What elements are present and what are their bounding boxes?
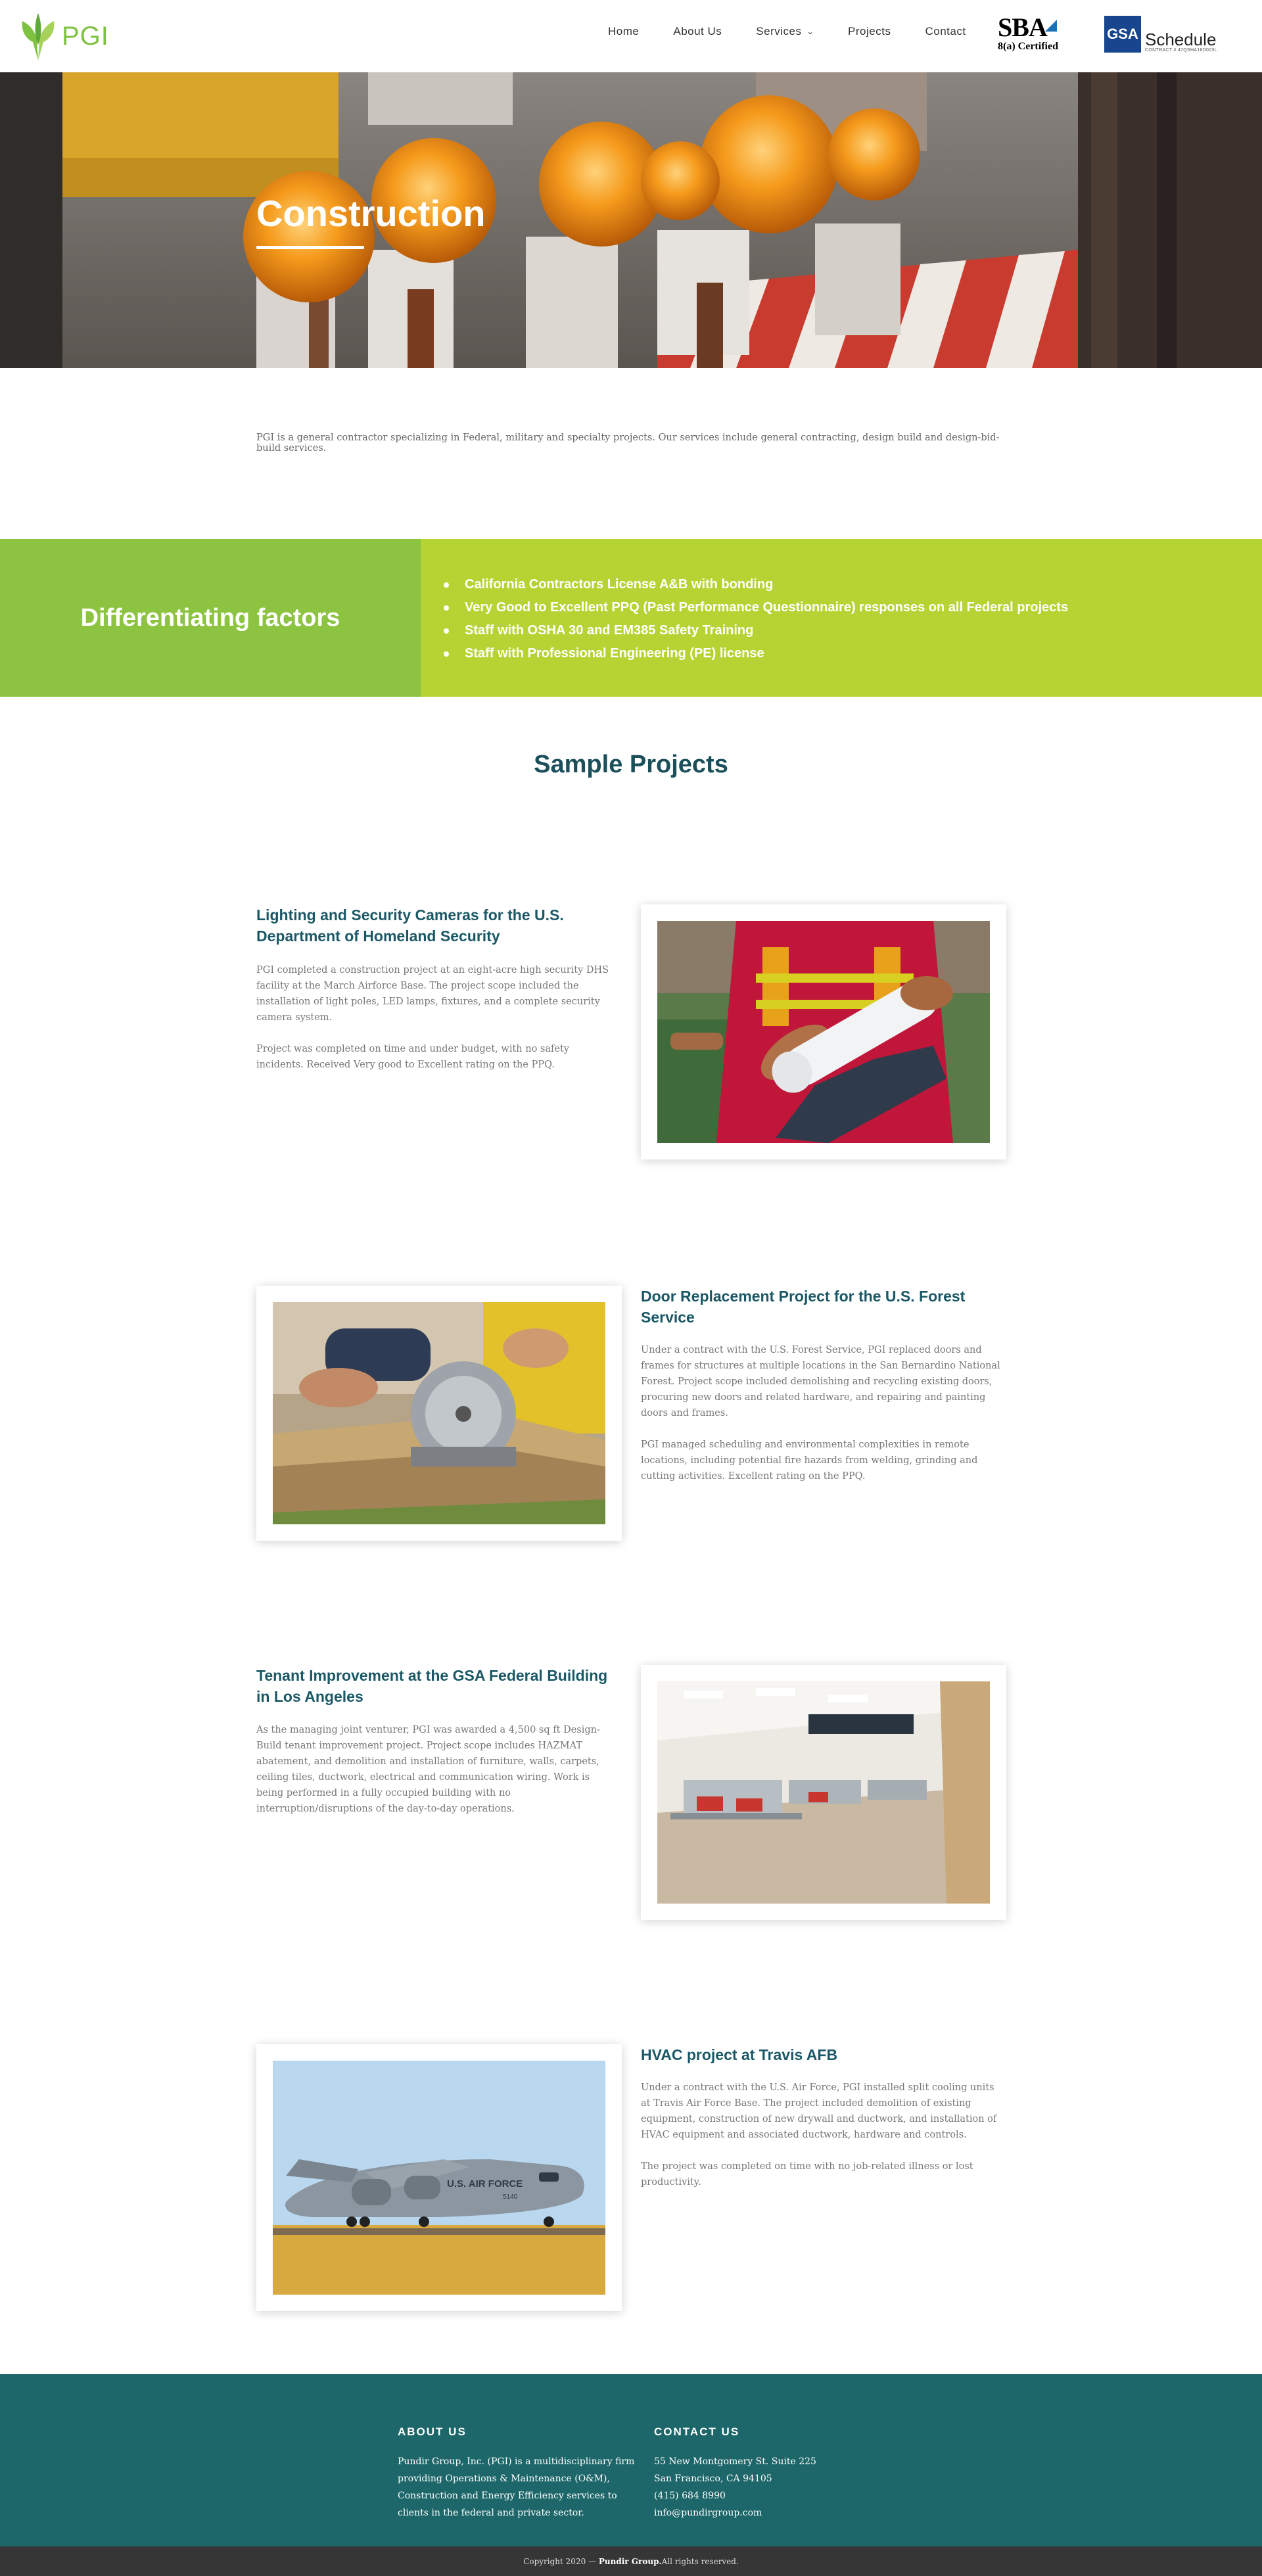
list-item: Staff with Professional Engineering (PE)… (444, 646, 1068, 669)
intro-text: PGI is a general contractor specializing… (256, 433, 1000, 454)
copyright-bar: Copyright 2020 — Pundir Group. All right… (0, 2546, 1262, 2576)
nav-home[interactable]: Home (608, 25, 639, 38)
footer-address-line: San Francisco, CA 94105 (654, 2473, 772, 2484)
site-footer: ABOUT US Pundir Group, Inc. (PGI) is a m… (0, 2374, 1262, 2546)
project-1-worker-blueprints-image (657, 921, 990, 1143)
project-3-description: As the managing joint venturer, PGI was … (256, 1722, 619, 1833)
footer-about-line: clients in the federal and private secto… (398, 2508, 584, 2518)
differentiating-factors-title: Differentiating factors (80, 603, 340, 632)
nav-contact-label: Contact (925, 25, 966, 37)
nav-projects-label: Projects (848, 25, 891, 37)
footer-email-link[interactable]: info@pundirgroup.com (654, 2504, 816, 2521)
list-item: Staff with OSHA 30 and EM385 Safety Trai… (444, 623, 1068, 646)
sba-certification-badge: SBA 8(a) Certified (998, 14, 1066, 53)
project-4-paragraph-2: The project was completed on time with n… (641, 2161, 973, 2188)
nav-about-us-label: About Us (673, 25, 722, 37)
hero-banner: Construction (0, 72, 1262, 368)
sample-projects-title: Sample Projects (534, 751, 728, 778)
list-item: California Contractors License A&B with … (444, 577, 1068, 600)
project-3-image-frame (641, 1665, 1006, 1920)
leaf-logo-icon (22, 13, 55, 60)
project-1-description: PGI completed a construction project at … (256, 962, 619, 1089)
project-2-image-frame (256, 1286, 622, 1541)
nav-projects[interactable]: Projects (848, 25, 891, 38)
hero-construction-lights-image (0, 72, 1262, 368)
nav-contact[interactable]: Contact (925, 25, 966, 38)
chevron-down-icon: ⌄ (806, 27, 814, 36)
project-4-paragraph-1: Under a contract with the U.S. Air Force… (641, 2082, 997, 2140)
footer-about-line: Pundir Group, Inc. (PGI) is a multidisci… (398, 2456, 635, 2467)
title-underline (256, 246, 364, 249)
site-header: PGI Home About Us Services ⌄ Projects Con… (0, 0, 1262, 72)
project-4-air-force-plane-image: U.S. AIR FORCE 5140 (273, 2061, 605, 2295)
sba-certified-text: 8(a) Certified (998, 41, 1058, 52)
page-title: Construction (256, 193, 486, 234)
footer-address-line: 55 New Montgomery St. Suite 225 (654, 2456, 816, 2467)
footer-phone-link[interactable]: (415) 684 8990 (654, 2487, 816, 2504)
nav-about-us[interactable]: About Us (673, 25, 722, 38)
nav-home-label: Home (608, 25, 640, 37)
gsa-schedule-badge: GSA Schedule CONTRACT # 47QSHA18D003L (1104, 16, 1217, 53)
project-4-description: Under a contract with the U.S. Air Force… (641, 2080, 1004, 2206)
project-4-image-frame: U.S. AIR FORCE 5140 (256, 2044, 622, 2311)
footer-about-heading: ABOUT US (398, 2425, 467, 2438)
project-3-office-interior-image (657, 1681, 990, 1904)
footer-about-text: Pundir Group, Inc. (PGI) is a multidisci… (398, 2453, 634, 2521)
project-2-circular-saw-image (273, 1302, 605, 1524)
project-3-paragraph-1: As the managing joint venturer, PGI was … (256, 1725, 600, 1814)
footer-about-line: providing Operations & Maintenance (O&M)… (398, 2473, 610, 2484)
copyright-brand: Pundir Group. (598, 2556, 662, 2566)
logo[interactable]: PGI (20, 12, 109, 60)
gsa-contract-text: CONTRACT # 47QSHA18D003L (1145, 48, 1217, 53)
differentiating-factors-heading-panel: Differentiating factors (0, 539, 421, 697)
gsa-schedule-text: Schedule (1145, 30, 1217, 49)
differentiating-factors-list: California Contractors License A&B with … (444, 577, 1068, 669)
project-2-paragraph-2: PGI managed scheduling and environmental… (641, 1440, 978, 1482)
footer-contact-info: 55 New Montgomery St. Suite 225 San Fran… (654, 2453, 816, 2521)
gsa-logo: GSA (1104, 16, 1141, 53)
nav-services[interactable]: Services ⌄ (756, 25, 814, 38)
nav-services-label: Services (756, 25, 802, 37)
project-4-title: HVAC project at Travis AFB (641, 2046, 838, 2063)
copyright-prefix: Copyright 2020 — (523, 2556, 597, 2566)
plane-tail-number: 5140 (503, 2193, 518, 2201)
project-1-paragraph-1: PGI completed a construction project at … (256, 965, 609, 1023)
footer-about-line: Construction and Energy Efficiency servi… (398, 2491, 617, 2501)
project-1-image-frame (641, 904, 1006, 1159)
project-1-title: Lighting and Security Cameras for the U.… (256, 906, 564, 945)
main-nav: Home About Us Services ⌄ Projects Contact (608, 25, 1000, 38)
project-3-title: Tenant Improvement at the GSA Federal Bu… (256, 1667, 608, 1705)
sba-swoosh-icon (1045, 20, 1057, 32)
footer-contact-heading: CONTACT US (654, 2425, 740, 2438)
list-item: Very Good to Excellent PPQ (Past Perform… (444, 600, 1068, 623)
logo-text: PGI (62, 21, 109, 51)
copyright-suffix: All rights reserved. (661, 2556, 739, 2566)
plane-fuselage-label: U.S. AIR FORCE (447, 2178, 523, 2190)
differentiating-factors-section: Differentiating factors California Contr… (0, 539, 1262, 697)
project-1-paragraph-2: Project was completed on time and under … (256, 1044, 569, 1070)
project-2-title: Door Replacement Project for the U.S. Fo… (641, 1288, 966, 1326)
project-2-paragraph-1: Under a contract with the U.S. Forest Se… (641, 1345, 1000, 1418)
project-2-description: Under a contract with the U.S. Forest Se… (641, 1342, 1004, 1500)
